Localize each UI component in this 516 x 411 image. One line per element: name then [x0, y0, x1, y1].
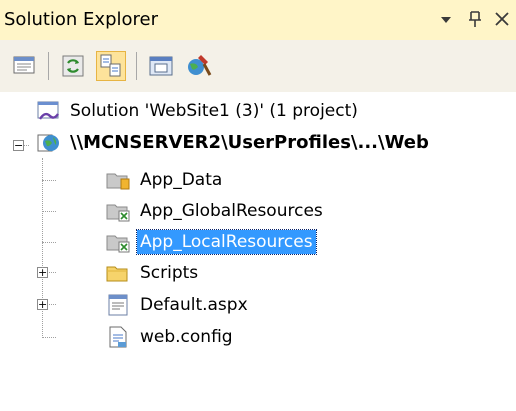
pin-icon[interactable] [467, 8, 483, 35]
tree-connector-line [47, 272, 56, 273]
project-collapse-toggle[interactable]: − [13, 140, 24, 151]
project-label: \\MCNSERVER2\UserProfiles\...\Web [70, 132, 429, 153]
config-file-icon [106, 325, 130, 349]
refresh-icon[interactable] [58, 51, 88, 81]
toolbar-separator [48, 52, 49, 80]
tree-item-web-config[interactable]: web.config [106, 322, 406, 352]
web-project-icon [36, 131, 60, 155]
item-label: Scripts [140, 263, 199, 283]
item-label: web.config [140, 327, 233, 347]
toolbar-separator [136, 52, 137, 80]
view-designer-icon[interactable] [146, 51, 176, 81]
solution-tree: Solution 'WebSite1 (3)' (1 project) − \\… [0, 92, 516, 411]
item-label: Default.aspx [140, 295, 248, 315]
tree-connector-line [47, 304, 56, 305]
solution-icon [36, 99, 60, 123]
solution-explorer-toolbar [0, 40, 516, 92]
item-label: App_GlobalResources [140, 201, 323, 221]
tree-item-app-localresources[interactable]: App_LocalResources [106, 227, 406, 257]
tree-item-default-aspx[interactable]: Default.aspx [106, 290, 406, 320]
tree-item-app-globalresources[interactable]: App_GlobalResources [106, 196, 406, 226]
panel-title: Solution Explorer [4, 9, 158, 30]
tree-connector-line [42, 242, 56, 243]
aspx-file-icon [106, 293, 130, 317]
tree-connector-line [42, 337, 56, 338]
nest-related-files-icon[interactable] [96, 51, 126, 81]
item-label: App_LocalResources [136, 229, 317, 255]
solution-node[interactable]: Solution 'WebSite1 (3)' (1 project) [36, 96, 496, 126]
folder-icon [106, 261, 130, 285]
properties-icon[interactable] [10, 51, 40, 81]
close-icon[interactable] [494, 8, 510, 35]
tree-connector-line [42, 211, 56, 212]
tree-item-app-data[interactable]: App_Data [106, 165, 406, 195]
tree-connector-line [42, 180, 56, 181]
special-folder-icon [106, 168, 130, 192]
asp-net-configuration-icon[interactable] [184, 51, 214, 81]
scripts-expand-toggle[interactable]: + [37, 267, 48, 278]
tree-connector-line [42, 158, 43, 338]
solution-explorer-titlebar: Solution Explorer [0, 0, 516, 40]
resources-folder-icon [106, 199, 130, 223]
solution-label: Solution 'WebSite1 (3)' (1 project) [70, 101, 358, 121]
item-label: App_Data [140, 170, 223, 190]
resources-folder-icon [106, 230, 130, 254]
dropdown-arrow-icon[interactable] [440, 8, 452, 35]
default-aspx-expand-toggle[interactable]: + [37, 299, 48, 310]
tree-item-scripts[interactable]: Scripts [106, 258, 406, 288]
project-node[interactable]: \\MCNSERVER2\UserProfiles\...\Web [36, 128, 516, 158]
